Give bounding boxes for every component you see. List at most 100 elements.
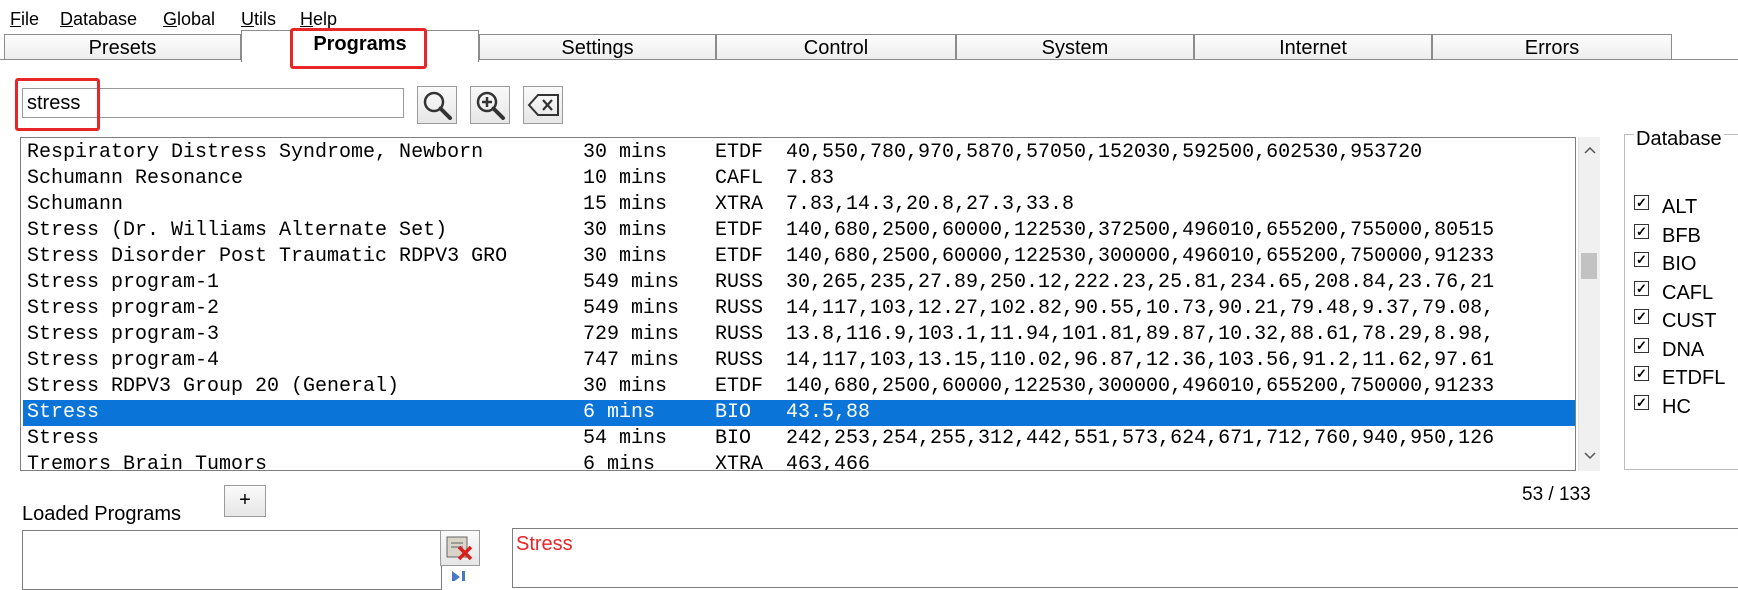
program-row[interactable]: Stress program-4 747 mins RUSS 14,117,103,1… bbox=[23, 348, 1575, 374]
clear-search-button[interactable] bbox=[523, 86, 563, 124]
zoom-in-icon bbox=[476, 91, 505, 120]
add-program-button[interactable]: + bbox=[224, 485, 266, 517]
magnifier-icon bbox=[423, 91, 452, 120]
program-frequencies: 14,117,103,13.15,110.02,96.87,12.36,103.… bbox=[786, 349, 1495, 372]
skip-forward-icon bbox=[452, 571, 465, 583]
program-duration: 54 mins bbox=[583, 427, 668, 450]
list-scrollbar[interactable] bbox=[1578, 137, 1600, 471]
program-name: Schumann Resonance bbox=[27, 167, 244, 190]
scroll-down-icon[interactable] bbox=[1580, 449, 1600, 463]
program-row[interactable]: Stress 54 mins BIO 242,253,254,255,312,442,… bbox=[23, 426, 1575, 452]
program-name: Stress RDPV3 Group 20 (General) bbox=[27, 375, 400, 398]
program-database: ETDF bbox=[715, 141, 764, 164]
tab-internet[interactable]: Internet bbox=[1194, 34, 1432, 60]
menu-database[interactable]: Database bbox=[60, 8, 137, 30]
database-filter-label: ETDFL bbox=[1662, 367, 1726, 389]
program-database: BIO bbox=[715, 427, 752, 450]
program-frequencies: 140,680,2500,60000,122530,372500,496010,… bbox=[786, 219, 1495, 242]
program-row[interactable]: Stress program-3 729 mins RUSS 13.8,116.9,1… bbox=[23, 322, 1575, 348]
database-filter-label: ALT bbox=[1662, 196, 1698, 218]
program-detail-title: Stress bbox=[516, 533, 573, 555]
program-frequencies: 43.5,88 bbox=[786, 401, 871, 424]
menu-utils[interactable]: Utils bbox=[241, 8, 276, 30]
menu-global[interactable]: Global bbox=[163, 8, 215, 30]
menu-bar: File Database Global Utils Help bbox=[0, 0, 1738, 30]
database-filter-label: CAFL bbox=[1662, 281, 1714, 304]
database-filter-label: CUST bbox=[1662, 310, 1717, 332]
program-duration: 747 mins bbox=[583, 349, 680, 372]
program-duration: 729 mins bbox=[583, 323, 680, 346]
tab-presets[interactable]: Presets bbox=[4, 34, 241, 60]
database-filter-label: DNA bbox=[1662, 338, 1705, 361]
program-name: Schumann bbox=[27, 193, 124, 216]
checkbox[interactable]: ✓ bbox=[1634, 394, 1649, 410]
program-row[interactable]: Respiratory Distress Syndrome, Newborn 30… bbox=[23, 140, 1575, 166]
program-frequencies: 13.8,116.9,103.1,11.94,101.81,89.87,10.3… bbox=[786, 323, 1495, 346]
program-database: RUSS bbox=[715, 297, 764, 320]
remove-program-icon bbox=[446, 536, 473, 561]
program-duration: 549 mins bbox=[583, 297, 680, 320]
program-row[interactable]: Stress RDPV3 Group 20 (General) 30 mins ET… bbox=[23, 374, 1575, 400]
program-database: XTRA bbox=[715, 193, 764, 216]
program-row[interactable]: Schumann 15 mins XTRA 7.83,14.3,20.8,27.3,3… bbox=[23, 192, 1575, 218]
program-row[interactable]: Stress (Dr. Williams Alternate Set) 30 mi… bbox=[23, 218, 1575, 244]
tab-errors[interactable]: Errors bbox=[1432, 34, 1672, 60]
program-database: XTRA bbox=[715, 453, 764, 471]
program-row[interactable]: Stress Disorder Post Traumatic RDPV3 GRO… bbox=[23, 244, 1575, 270]
checkbox[interactable]: ✓ bbox=[1634, 195, 1649, 210]
program-row[interactable]: Tremors Brain Tumors 6 mins XTRA 463,466 bbox=[23, 452, 1575, 471]
program-frequencies: 40,550,780,970,5870,57050,152030,592500,… bbox=[786, 141, 1423, 164]
program-frequencies: 140,680,2500,60000,122530,300000,496010,… bbox=[786, 375, 1495, 398]
tab-control[interactable]: Control bbox=[716, 34, 956, 60]
tab-system[interactable]: System bbox=[956, 34, 1194, 60]
play-program-button[interactable] bbox=[440, 568, 480, 588]
program-name: Respiratory Distress Syndrome, Newborn bbox=[27, 141, 484, 164]
program-database: RUSS bbox=[715, 349, 764, 372]
program-frequencies: 7.83 bbox=[786, 167, 835, 190]
program-duration: 6 mins bbox=[583, 401, 656, 424]
highlight-box-search bbox=[15, 78, 100, 131]
program-frequencies: 14,117,103,12.27,102.82,90.55,10.73,90.2… bbox=[786, 297, 1495, 320]
database-filter-label: HC bbox=[1662, 395, 1691, 418]
database-filter-label: BIO bbox=[1662, 253, 1697, 275]
menu-help[interactable]: Help bbox=[300, 8, 337, 30]
checkbox[interactable]: ✓ bbox=[1634, 223, 1649, 239]
scroll-thumb[interactable] bbox=[1581, 253, 1597, 279]
program-name: Stress Disorder Post Traumatic RDPV3 GRO bbox=[27, 245, 508, 268]
program-duration: 6 mins bbox=[583, 453, 656, 471]
program-name: Stress program-4 bbox=[27, 349, 220, 372]
program-frequencies: 463,466 bbox=[786, 453, 871, 471]
remove-program-button[interactable] bbox=[440, 530, 480, 566]
menu-file[interactable]: File bbox=[10, 8, 39, 30]
program-detail-panel bbox=[512, 528, 1738, 588]
program-duration: 30 mins bbox=[583, 141, 668, 164]
search-button[interactable] bbox=[417, 86, 457, 124]
checkbox[interactable]: ✓ bbox=[1634, 309, 1649, 324]
checkbox[interactable]: ✓ bbox=[1634, 337, 1649, 353]
program-name: Stress bbox=[27, 401, 100, 424]
zoom-search-button[interactable] bbox=[470, 86, 510, 124]
scroll-up-icon[interactable] bbox=[1580, 143, 1600, 157]
program-row[interactable]: Stress program-2 549 mins RUSS 14,117,103,1… bbox=[23, 296, 1575, 322]
program-name: Tremors Brain Tumors bbox=[27, 453, 268, 471]
checkbox[interactable]: ✓ bbox=[1634, 252, 1649, 267]
database-filter-label: BFB bbox=[1662, 224, 1701, 247]
checkbox[interactable]: ✓ bbox=[1634, 280, 1649, 296]
result-count: 53 / 133 bbox=[1522, 484, 1591, 505]
database-filter-title: Database bbox=[1634, 128, 1724, 150]
program-row[interactable]: Stress program-1 549 mins RUSS 30,265,235,2… bbox=[23, 270, 1575, 296]
checkbox[interactable]: ✓ bbox=[1634, 366, 1649, 381]
program-row[interactable]: Schumann Resonance 10 mins CAFL 7.83 bbox=[23, 166, 1575, 192]
program-row[interactable]: Stress 6 mins BIO 43.5,88 bbox=[23, 400, 1575, 426]
tab-settings[interactable]: Settings bbox=[479, 34, 716, 60]
program-duration: 30 mins bbox=[583, 245, 668, 268]
loaded-programs-list[interactable] bbox=[22, 530, 442, 590]
program-duration: 30 mins bbox=[583, 375, 668, 398]
program-name: Stress bbox=[27, 427, 100, 450]
backspace-clear-icon bbox=[527, 94, 559, 116]
program-name: Stress program-2 bbox=[27, 297, 220, 320]
highlight-box-programs-tab bbox=[290, 28, 427, 69]
program-frequencies: 242,253,254,255,312,442,551,573,624,671,… bbox=[786, 427, 1495, 450]
program-list[interactable]: Respiratory Distress Syndrome, Newborn 30… bbox=[20, 137, 1576, 471]
program-name: Stress program-1 bbox=[27, 271, 220, 294]
